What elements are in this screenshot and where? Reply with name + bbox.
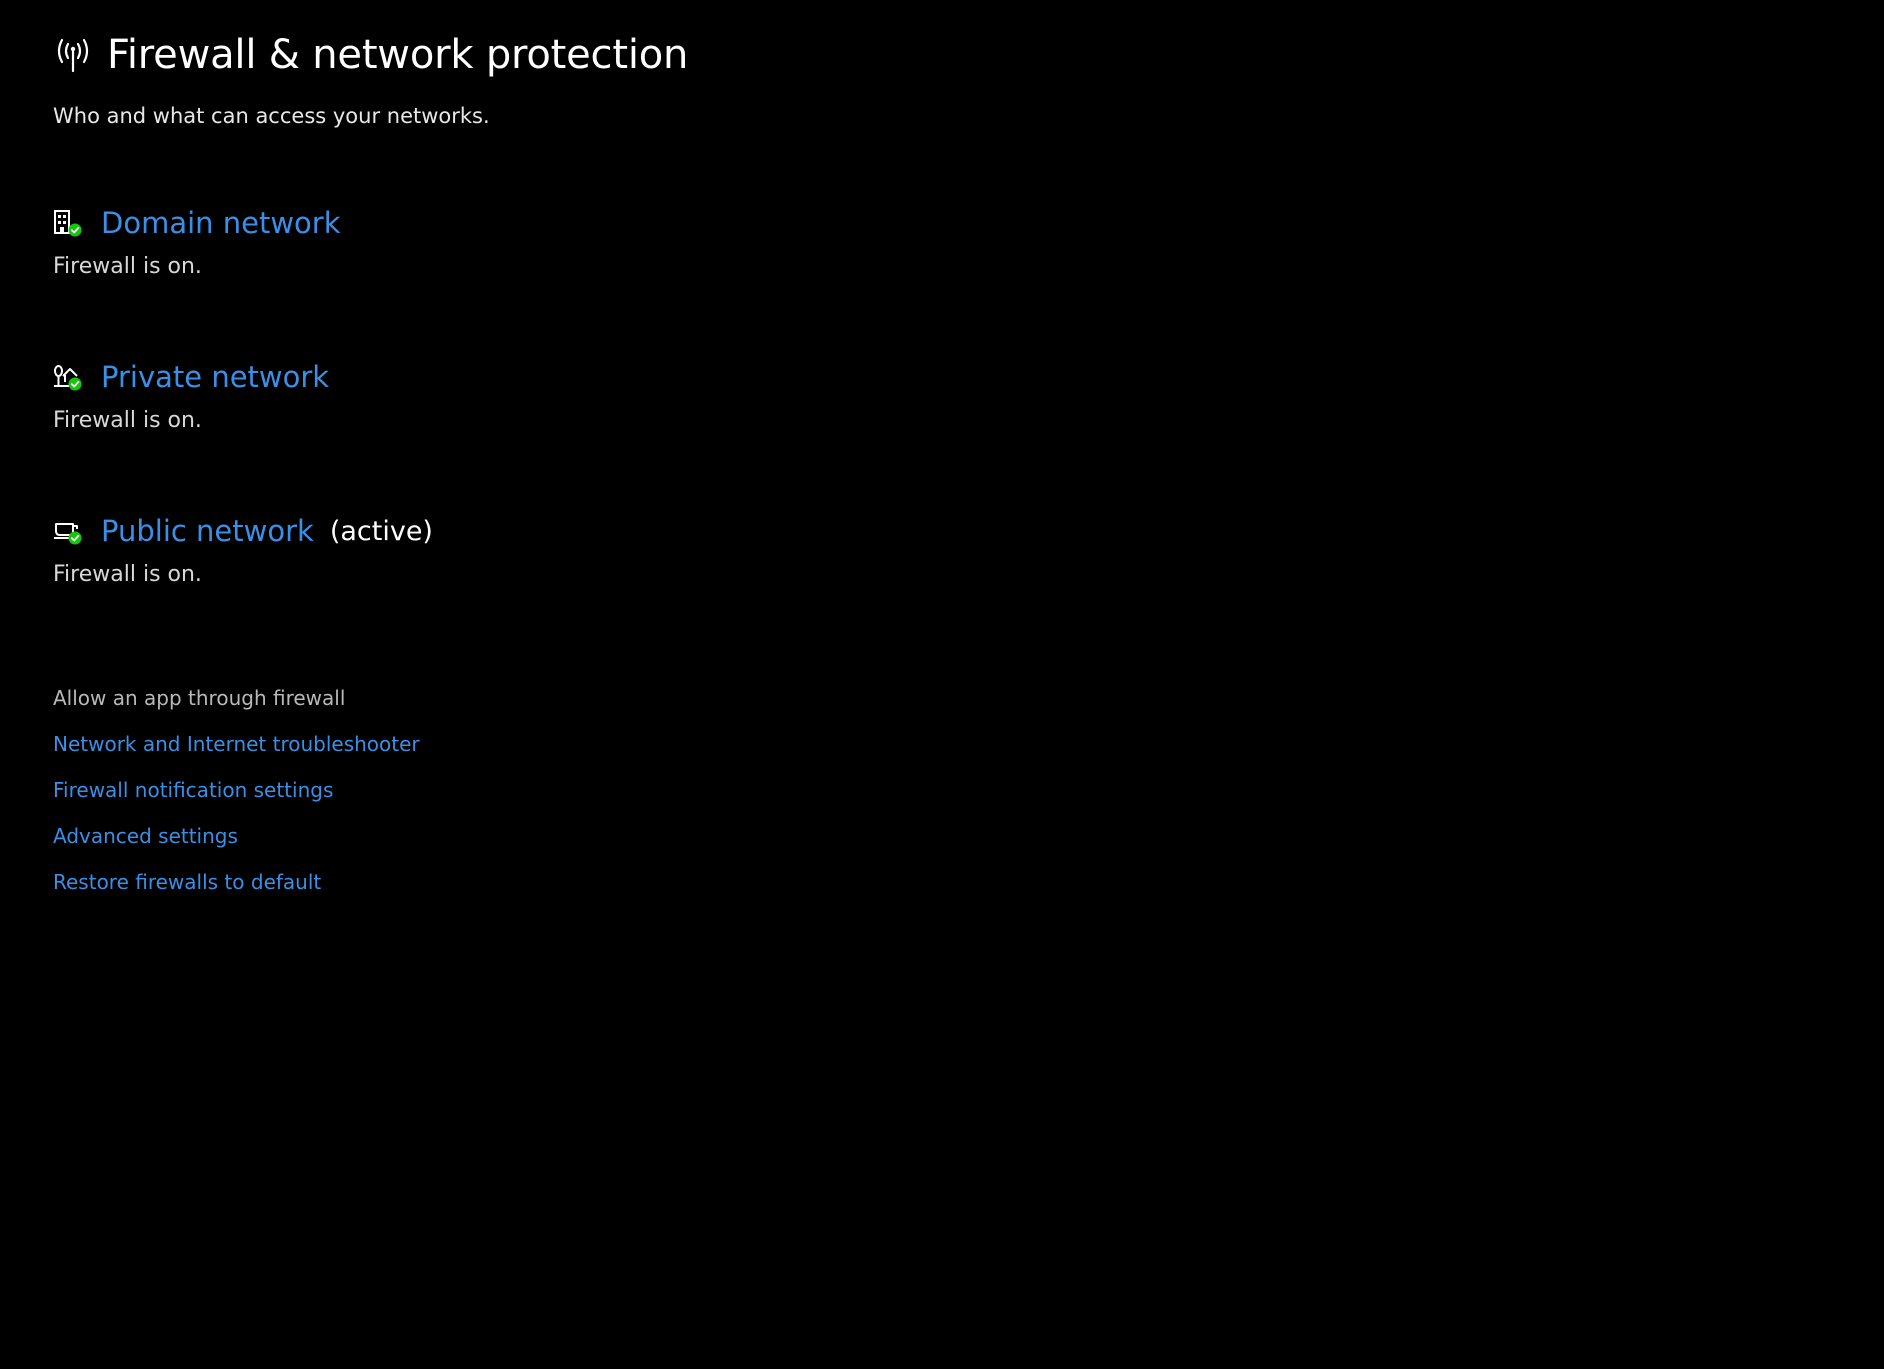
public-coffee-check-icon — [53, 516, 83, 546]
notification-settings-link[interactable]: Firewall notification settings — [53, 778, 420, 824]
domain-building-check-icon — [53, 208, 83, 238]
network-domain: Domain network Firewall is on. — [53, 206, 341, 279]
advanced-settings-link[interactable]: Advanced settings — [53, 824, 420, 870]
troubleshooter-link[interactable]: Network and Internet troubleshooter — [53, 732, 420, 778]
network-private: Private network Firewall is on. — [53, 360, 329, 433]
page-title: Firewall & network protection — [107, 32, 689, 78]
private-home-check-icon — [53, 362, 83, 392]
antenna-icon — [53, 35, 93, 75]
active-badge: (active) — [329, 515, 433, 547]
allow-app-link: Allow an app through firewall — [53, 686, 346, 710]
private-network-link[interactable]: Private network — [101, 360, 329, 394]
page-subtitle: Who and what can access your networks. — [53, 104, 490, 128]
domain-network-status: Firewall is on. — [53, 254, 202, 279]
network-public: Public network (active) Firewall is on. — [53, 514, 433, 587]
public-network-status: Firewall is on. — [53, 562, 202, 587]
page-header: Firewall & network protection — [53, 32, 688, 78]
public-network-link[interactable]: Public network — [101, 514, 314, 548]
private-network-status: Firewall is on. — [53, 408, 202, 433]
settings-links: Allow an app through firewall Network an… — [53, 686, 420, 916]
domain-network-link[interactable]: Domain network — [101, 206, 341, 240]
restore-defaults-link[interactable]: Restore firewalls to default — [53, 870, 420, 916]
